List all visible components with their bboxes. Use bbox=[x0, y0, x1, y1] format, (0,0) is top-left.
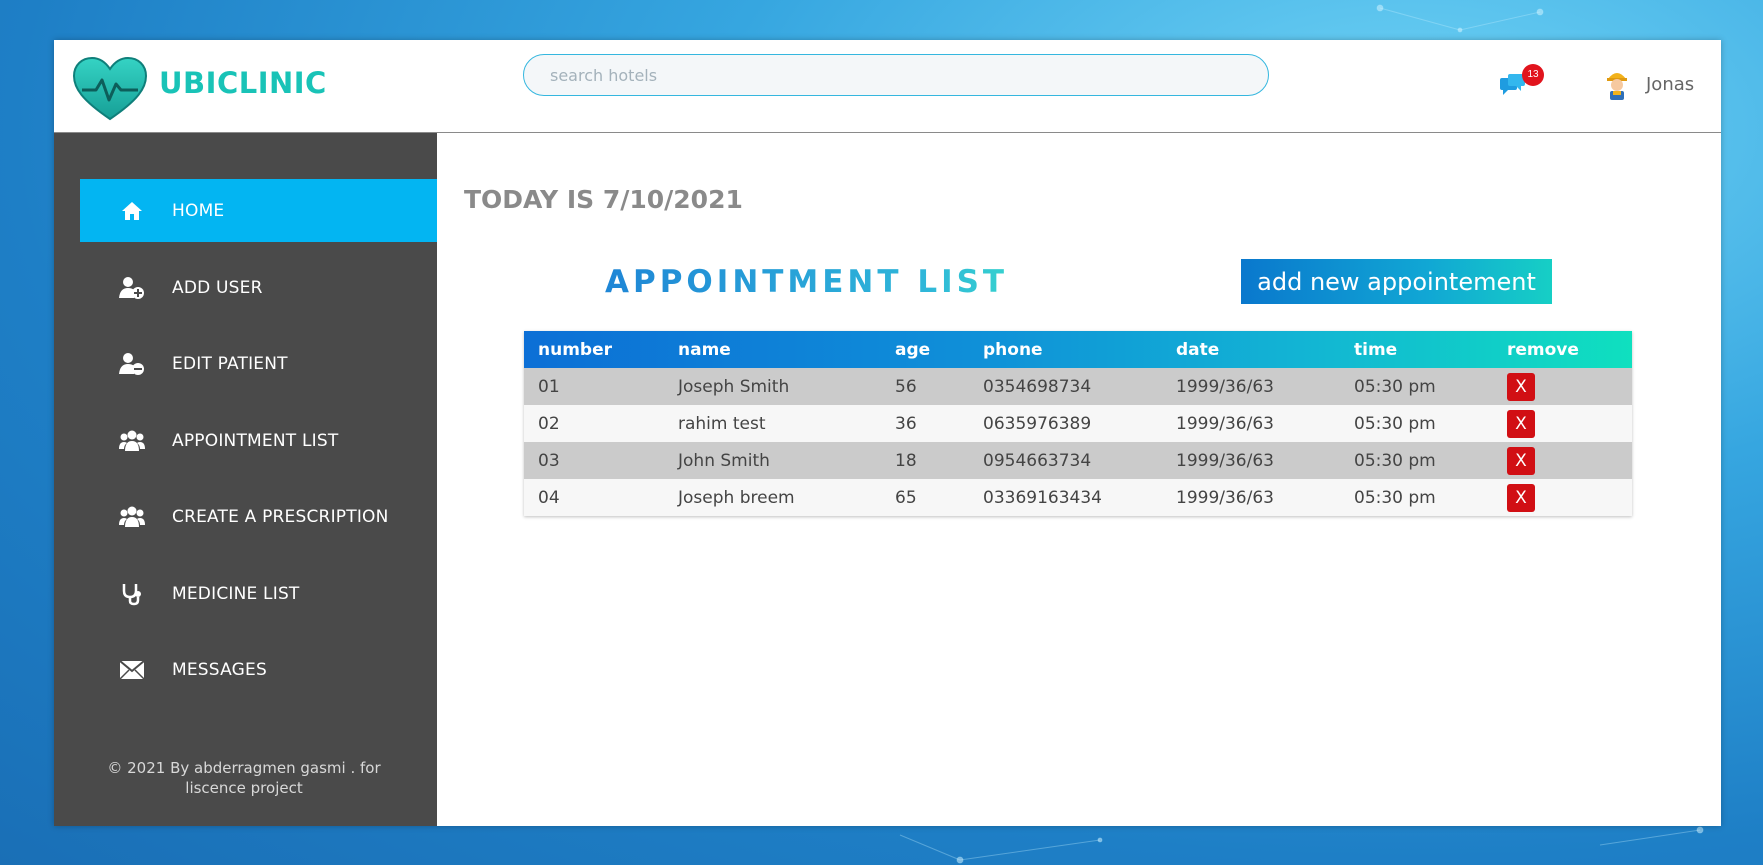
add-appointment-button[interactable]: add new appointement bbox=[1241, 259, 1552, 304]
sidebar-item-create-prescription[interactable]: CREATE A PRESCRIPTION bbox=[80, 485, 437, 548]
cell-name: John Smith bbox=[678, 450, 770, 471]
cell-age: 18 bbox=[895, 450, 917, 471]
users-icon bbox=[118, 427, 146, 455]
sidebar-item-label: ADD USER bbox=[172, 277, 263, 298]
column-header-phone: phone bbox=[983, 339, 1043, 360]
cell-number: 03 bbox=[538, 450, 560, 471]
messages-button[interactable]: 13 bbox=[1498, 64, 1546, 100]
column-header-name: name bbox=[678, 339, 731, 360]
cell-date: 1999/36/63 bbox=[1176, 413, 1274, 434]
message-count-badge: 13 bbox=[1522, 64, 1544, 86]
sidebar-item-medicine-list[interactable]: MEDICINE LIST bbox=[80, 562, 437, 625]
avatar bbox=[1607, 73, 1627, 100]
sidebar-item-label: CREATE A PRESCRIPTION bbox=[172, 506, 389, 527]
sidebar-item-edit-patient[interactable]: EDIT PATIENT bbox=[80, 332, 437, 395]
cell-date: 1999/36/63 bbox=[1176, 376, 1274, 397]
column-header-age: age bbox=[895, 339, 931, 360]
cell-number: 02 bbox=[538, 413, 560, 434]
envelope-icon bbox=[118, 656, 146, 684]
appointment-table: number name age phone date time remove 0… bbox=[524, 331, 1632, 516]
home-icon bbox=[118, 197, 146, 225]
cell-date: 1999/36/63 bbox=[1176, 487, 1274, 508]
cell-remove: X bbox=[1493, 479, 1632, 516]
column-header-date: date bbox=[1176, 339, 1220, 360]
cell-time: 05:30 pm bbox=[1354, 450, 1436, 471]
page-title: APPOINTMENT LIST bbox=[605, 264, 1009, 300]
user-menu[interactable]: Jonas bbox=[1602, 64, 1694, 104]
sidebar-item-appointment-list[interactable]: APPOINTMENT LIST bbox=[80, 409, 437, 472]
remove-button[interactable]: X bbox=[1507, 409, 1535, 438]
copyright-line: liscence project bbox=[185, 779, 303, 797]
sidebar-item-label: MESSAGES bbox=[172, 659, 267, 680]
stethoscope-icon bbox=[118, 580, 146, 608]
sidebar-item-home[interactable]: HOME bbox=[80, 179, 437, 242]
app-window: UBICLINIC 13 Jonas bbox=[54, 40, 1721, 826]
sidebar: HOME ADD USER EDIT PATIENT APPOINTMENT L… bbox=[54, 133, 437, 826]
cell-name: Joseph breem bbox=[678, 487, 795, 508]
heart-logo-icon bbox=[72, 56, 148, 121]
table-row: 02 rahim test 36 0635976389 1999/36/63 0… bbox=[524, 405, 1632, 442]
cell-number: 01 bbox=[538, 376, 560, 397]
users-icon bbox=[118, 503, 146, 531]
cell-age: 36 bbox=[895, 413, 917, 434]
cell-time: 05:30 pm bbox=[1354, 376, 1436, 397]
cell-phone: 0954663734 bbox=[983, 450, 1092, 471]
column-header-time: time bbox=[1354, 339, 1398, 360]
sidebar-item-label: HOME bbox=[172, 200, 225, 221]
cell-remove: X bbox=[1493, 368, 1632, 405]
cell-name: Joseph Smith bbox=[678, 376, 790, 397]
user-minus-icon bbox=[118, 350, 146, 378]
remove-button[interactable]: X bbox=[1507, 372, 1535, 401]
column-header-number: number bbox=[538, 339, 613, 360]
cell-phone: 03369163434 bbox=[983, 487, 1102, 508]
cell-phone: 0635976389 bbox=[983, 413, 1092, 434]
table-row: 03 John Smith 18 0954663734 1999/36/63 0… bbox=[524, 442, 1632, 479]
table-row: 04 Joseph breem 65 03369163434 1999/36/6… bbox=[524, 479, 1632, 516]
cell-name: rahim test bbox=[678, 413, 766, 434]
cell-time: 05:30 pm bbox=[1354, 487, 1436, 508]
brand-name: UBICLINIC bbox=[159, 66, 327, 100]
today-date: TODAY IS 7/10/2021 bbox=[464, 185, 743, 214]
user-name: Jonas bbox=[1646, 73, 1695, 95]
cell-time: 05:30 pm bbox=[1354, 413, 1436, 434]
sidebar-item-label: EDIT PATIENT bbox=[172, 353, 288, 374]
cell-phone: 0354698734 bbox=[983, 376, 1092, 397]
column-header-remove: remove bbox=[1507, 339, 1579, 360]
cell-number: 04 bbox=[538, 487, 560, 508]
table-row: 01 Joseph Smith 56 0354698734 1999/36/63… bbox=[524, 368, 1632, 405]
sidebar-item-add-user[interactable]: ADD USER bbox=[80, 256, 437, 319]
cell-remove: X bbox=[1493, 442, 1632, 479]
sidebar-item-label: APPOINTMENT LIST bbox=[172, 430, 339, 451]
remove-button[interactable]: X bbox=[1507, 483, 1535, 512]
sidebar-item-label: MEDICINE LIST bbox=[172, 583, 300, 604]
remove-button[interactable]: X bbox=[1507, 446, 1535, 475]
cell-age: 65 bbox=[895, 487, 917, 508]
search-input[interactable] bbox=[523, 54, 1269, 96]
cell-date: 1999/36/63 bbox=[1176, 450, 1274, 471]
sidebar-item-messages[interactable]: MESSAGES bbox=[80, 638, 437, 701]
cell-remove: X bbox=[1493, 405, 1632, 442]
top-header: UBICLINIC 13 Jonas bbox=[54, 40, 1721, 133]
table-header-row: number name age phone date time remove bbox=[524, 331, 1632, 368]
copyright-line: © 2021 By abderragmen gasmi . for bbox=[107, 759, 381, 777]
sidebar-footer: © 2021 By abderragmen gasmi . for liscen… bbox=[94, 758, 394, 798]
user-plus-icon bbox=[118, 274, 146, 302]
cell-age: 56 bbox=[895, 376, 917, 397]
